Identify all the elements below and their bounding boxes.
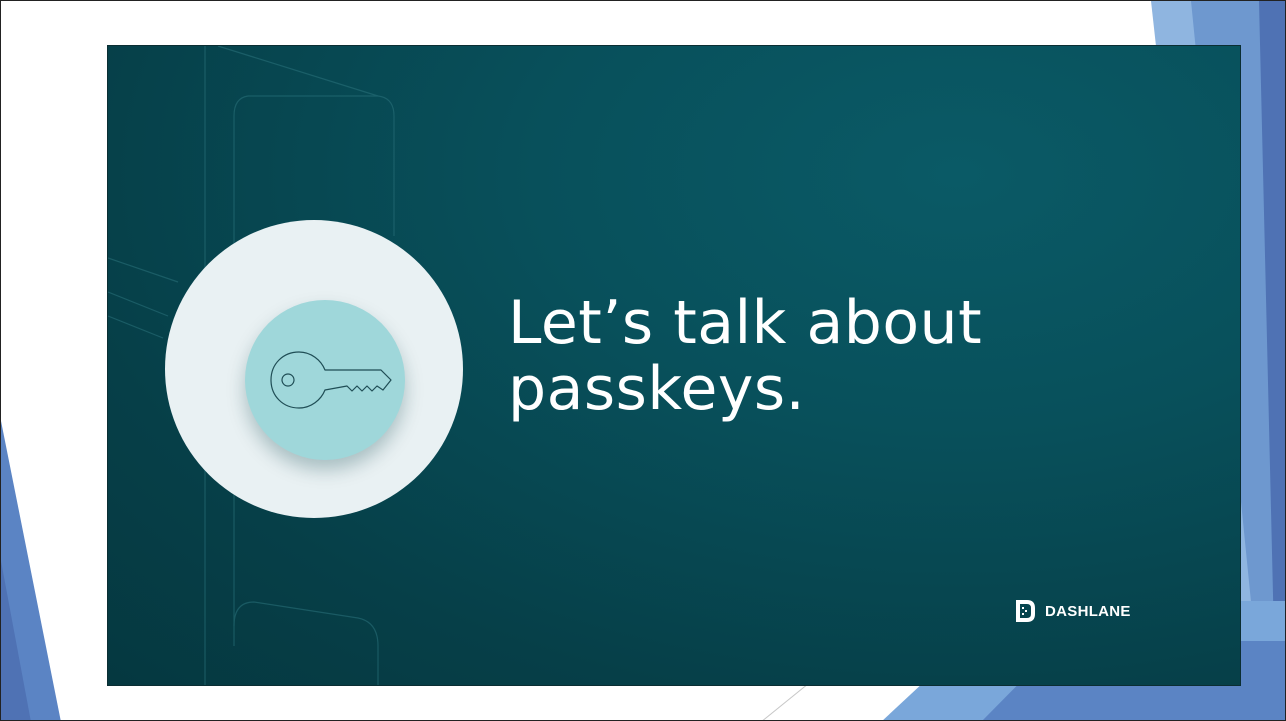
key-icon bbox=[270, 351, 392, 409]
slide-canvas: Let’s talk about passkeys. DASHLANE bbox=[0, 0, 1286, 721]
key-badge-outer-circle bbox=[165, 220, 463, 518]
banner-headline: Let’s talk about passkeys. bbox=[508, 290, 1208, 422]
video-thumbnail-banner[interactable]: Let’s talk about passkeys. DASHLANE bbox=[107, 45, 1241, 686]
brand-name: DASHLANE bbox=[1045, 602, 1131, 620]
dashlane-logo-icon bbox=[1016, 600, 1035, 622]
headline-line-1: Let’s talk about bbox=[508, 288, 983, 358]
headline-line-2: passkeys. bbox=[508, 354, 806, 424]
brand-lockup: DASHLANE bbox=[1015, 598, 1131, 624]
key-badge-inner-circle bbox=[245, 300, 405, 460]
